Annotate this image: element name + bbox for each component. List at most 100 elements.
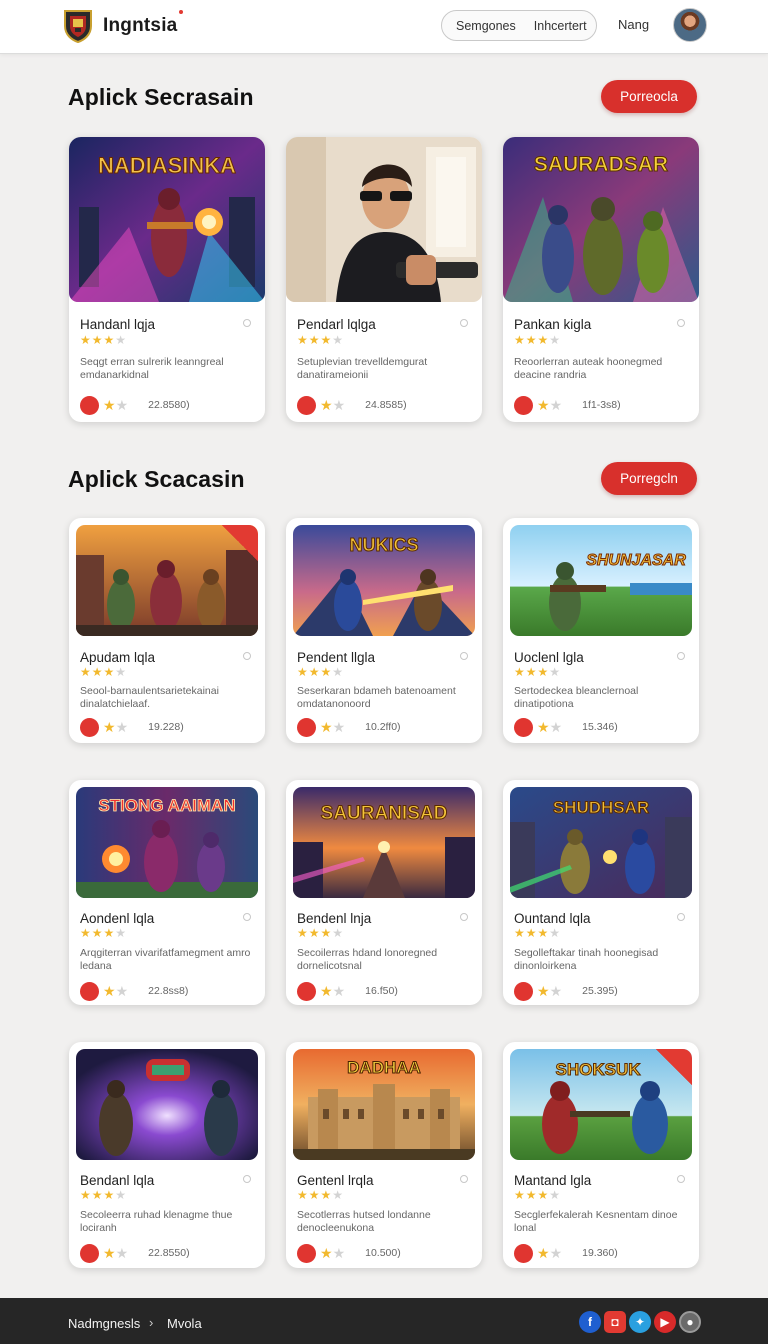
download-count: 22.8ss8) bbox=[148, 985, 189, 997]
app-card[interactable]: SAURANISAD Bendenl lnja ★★★★ Secoilerras… bbox=[286, 780, 482, 1005]
app-card[interactable]: Bendanl lqla ★★★★ Secoleerra ruhad klena… bbox=[69, 1042, 265, 1268]
app-card[interactable]: Apudam lqla ★★★★ Seool-barnaulentsariete… bbox=[69, 518, 265, 743]
footer-breadcrumb-home[interactable]: Nadmgnesls bbox=[68, 1316, 140, 1331]
breadcrumb-separator-icon: › bbox=[149, 1315, 154, 1330]
section-2-button[interactable]: Porregcln bbox=[601, 462, 697, 495]
app-card[interactable]: DADHAA Gentenl lrqla ★★★★ Secotlerras hu… bbox=[286, 1042, 482, 1268]
badge-dot-icon bbox=[80, 1243, 99, 1263]
download-count: 22.8580) bbox=[148, 399, 190, 411]
more-icon[interactable] bbox=[243, 913, 251, 921]
star-empty-icon: ★ bbox=[549, 718, 563, 735]
more-icon[interactable] bbox=[677, 652, 685, 660]
card-description: Seqgt erran sulrerik leanngreal emdanark… bbox=[80, 356, 224, 381]
star-icon: ★ bbox=[103, 982, 116, 999]
download-count: 15.346) bbox=[582, 721, 618, 733]
thumb-title-text: SAURANISAD bbox=[321, 803, 448, 824]
badge-dot-icon bbox=[514, 981, 533, 1001]
badge-dot-icon bbox=[514, 717, 533, 737]
more-icon[interactable] bbox=[460, 319, 468, 327]
youtube-icon[interactable]: ▶ bbox=[654, 1311, 676, 1333]
card-thumbnail: NUKICS bbox=[293, 525, 475, 636]
app-store-icon[interactable]: ◘ bbox=[604, 1311, 626, 1333]
card-thumbnail: DADHAA bbox=[293, 1049, 475, 1160]
rating-stars: ★★★★ bbox=[80, 333, 128, 347]
more-icon[interactable] bbox=[460, 652, 468, 660]
more-icon[interactable] bbox=[460, 913, 468, 921]
more-icon[interactable] bbox=[460, 1175, 468, 1183]
rating-stars: ★★★★ bbox=[514, 926, 562, 940]
card-thumbnail: SHOKSUK bbox=[510, 1049, 692, 1160]
star-empty-icon: ★ bbox=[549, 396, 563, 413]
app-card[interactable]: SAURADSAR Pankan kigla ★★★★ Reoorlerran … bbox=[503, 137, 699, 422]
download-count: 19.228) bbox=[148, 721, 184, 733]
profile-icon[interactable]: ● bbox=[679, 1311, 701, 1333]
card-title: Uoclenl lgla bbox=[514, 650, 584, 665]
star-icon: ★ bbox=[537, 396, 550, 413]
nav-link[interactable]: Nang bbox=[618, 17, 649, 32]
star-empty-icon: ★ bbox=[115, 982, 129, 999]
more-icon[interactable] bbox=[243, 319, 251, 327]
app-card[interactable]: SHUNJASAR Uoclenl lgla ★★★★ Sertodeckea … bbox=[503, 518, 699, 743]
card-thumbnail bbox=[76, 1049, 258, 1160]
app-card[interactable]: NUKICS Pendent llgla ★★★★ Seserkaran bda… bbox=[286, 518, 482, 743]
thumb-title-text: STIONG AAIMAN bbox=[98, 796, 235, 815]
avatar[interactable] bbox=[673, 8, 707, 42]
new-ribbon bbox=[222, 525, 258, 561]
thumb-title-text: DADHAA bbox=[347, 1058, 421, 1077]
download-count: 24.8585) bbox=[365, 399, 407, 411]
app-card[interactable]: SHUDHSAR Ountand lqla ★★★★ Segolleftakar… bbox=[503, 780, 699, 1005]
badge-dot-icon bbox=[297, 395, 316, 415]
download-count: 22.8550) bbox=[148, 1247, 190, 1259]
star-icon: ★ bbox=[103, 396, 116, 413]
app-card[interactable]: Pendarl lqlga ★★★★ Setuplevian trevellde… bbox=[286, 137, 482, 422]
pill-right-link[interactable]: Inhcertert bbox=[534, 19, 587, 33]
section-title-1: Aplick Secrasain bbox=[68, 84, 254, 110]
star-icon: ★ bbox=[537, 1244, 550, 1261]
card-description: Secoleerra ruhad klenagme thue lociranh bbox=[80, 1209, 233, 1234]
thumb-title-text: SHUDHSAR bbox=[553, 798, 649, 817]
badge-dot-icon bbox=[80, 717, 99, 737]
card-description: Sertodeckea bleanclernoal dinatipotiona bbox=[514, 685, 639, 710]
more-icon[interactable] bbox=[677, 319, 685, 327]
card-description: Secotlerras hutsed londanne denocleenuko… bbox=[297, 1209, 431, 1234]
twitter-icon[interactable]: ✦ bbox=[629, 1311, 651, 1333]
shield-logo-icon bbox=[64, 10, 92, 44]
section-1-button[interactable]: Porreocla bbox=[601, 80, 697, 113]
footer-bar: Nadmgnesls › Mvola f ◘ ✦ ▶ ● bbox=[0, 1298, 768, 1344]
card-title: Pendent llgla bbox=[297, 650, 376, 665]
card-title: Pendarl lqlga bbox=[297, 317, 376, 332]
download-count: 25.395) bbox=[582, 985, 618, 997]
brand-dot bbox=[179, 10, 184, 14]
app-card[interactable]: SHOKSUK Mantand lgla ★★★★ Secglerfekaler… bbox=[503, 1042, 699, 1268]
more-icon[interactable] bbox=[243, 1175, 251, 1183]
badge-dot-icon bbox=[80, 981, 99, 1001]
rating-stars: ★★★★ bbox=[80, 1188, 128, 1202]
footer-breadcrumb-current[interactable]: Mvola bbox=[167, 1316, 202, 1331]
rating-stars: ★★★★ bbox=[80, 665, 128, 679]
more-icon[interactable] bbox=[677, 1175, 685, 1183]
star-icon: ★ bbox=[320, 396, 333, 413]
star-icon: ★ bbox=[537, 982, 550, 999]
card-footer: ★ ★ 25.395) bbox=[514, 981, 618, 1001]
pill-left-link[interactable]: Semgones bbox=[456, 19, 516, 33]
more-icon[interactable] bbox=[677, 913, 685, 921]
star-icon: ★ bbox=[320, 1244, 333, 1261]
rating-stars: ★★★★ bbox=[80, 926, 128, 940]
star-icon: ★ bbox=[320, 718, 333, 735]
card-title: Ountand lqla bbox=[514, 911, 591, 926]
app-card[interactable]: STIONG AAIMAN Aondenl lqla ★★★★ Arqgiter… bbox=[69, 780, 265, 1005]
app-card[interactable]: NADIASINKA Handanl lqja ★★★★ Seqgt erran… bbox=[69, 137, 265, 422]
download-count: 16.f50) bbox=[365, 985, 398, 997]
card-thumbnail: SHUNJASAR bbox=[510, 525, 692, 636]
facebook-icon[interactable]: f bbox=[579, 1311, 601, 1333]
rating-stars: ★★★★ bbox=[297, 1188, 345, 1202]
brand-logo[interactable]: Ingntsia bbox=[62, 8, 184, 44]
card-description: Arqgiterran vivarifatfamegment amro leda… bbox=[80, 947, 251, 972]
more-icon[interactable] bbox=[243, 652, 251, 660]
card-title: Handanl lqja bbox=[80, 317, 156, 332]
card-title: Aondenl lqla bbox=[80, 911, 155, 926]
card-footer: ★ ★ 10.500) bbox=[297, 1243, 401, 1263]
rating-stars: ★★★★ bbox=[514, 1188, 562, 1202]
new-ribbon bbox=[656, 1049, 692, 1085]
card-description: Reoorlerran auteak hoonegmed deacine ran… bbox=[514, 356, 663, 381]
